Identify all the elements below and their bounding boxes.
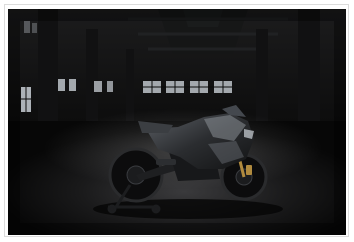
motorcycle-photo — [8, 9, 346, 235]
photo-illustration — [8, 9, 346, 235]
bike-shadow — [93, 199, 283, 219]
